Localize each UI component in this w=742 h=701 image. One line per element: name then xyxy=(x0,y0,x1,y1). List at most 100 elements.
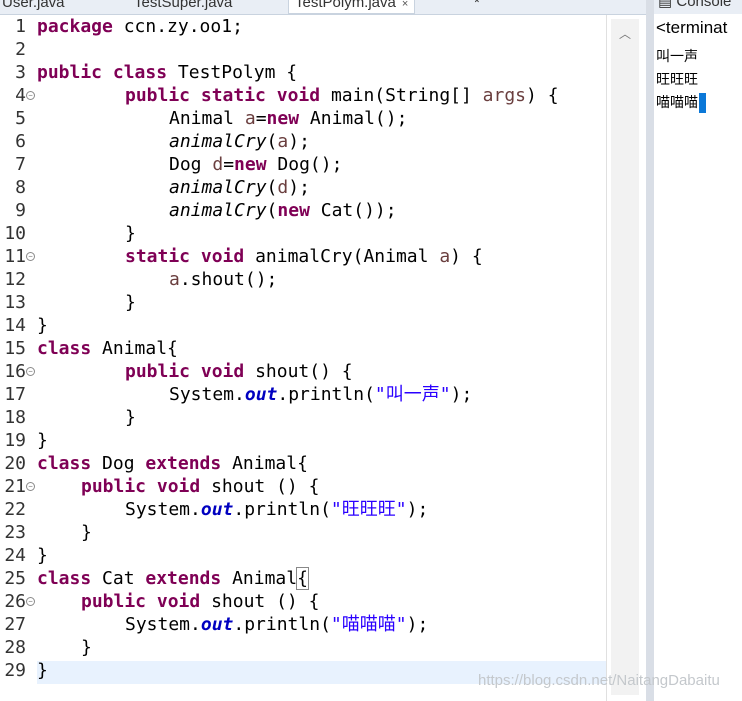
code-line[interactable]: public void shout () { xyxy=(81,475,319,498)
code-line[interactable]: } xyxy=(81,521,92,544)
code-keyword: static xyxy=(125,246,191,267)
code-token: ) { xyxy=(450,246,483,267)
code-variable: d xyxy=(212,154,224,175)
code-line[interactable]: Dog d=new Dog(); xyxy=(169,153,342,176)
code-line[interactable]: class Animal{ xyxy=(37,337,178,360)
view-splitter[interactable] xyxy=(646,0,654,701)
code-line[interactable]: System.out.println("喵喵喵"); xyxy=(125,613,428,636)
code-field: out xyxy=(244,384,278,405)
fold-marker-icon[interactable]: − xyxy=(26,367,35,376)
code-line[interactable]: } xyxy=(37,544,48,567)
code-line[interactable]: public void shout () { xyxy=(81,590,319,613)
fold-marker-icon[interactable]: − xyxy=(26,252,35,261)
code-line[interactable]: package ccn.zy.oo1; xyxy=(37,15,243,38)
code-line[interactable]: animalCry(new Cat()); xyxy=(169,199,397,222)
code-line[interactable]: } xyxy=(125,291,136,314)
line-number: 16 xyxy=(4,361,26,382)
line-number: 25 xyxy=(4,568,26,589)
line-number: 19 xyxy=(4,430,26,451)
line-number: 29 xyxy=(4,660,26,681)
code-line[interactable]: public void shout() { xyxy=(125,360,353,383)
code-variable: a xyxy=(277,131,289,152)
line-number: 27 xyxy=(4,614,26,635)
line-number: 18 xyxy=(4,407,26,428)
code-token: shout() { xyxy=(244,361,353,382)
tab-testpolym-label: TestPolym.java xyxy=(295,0,396,11)
close-icon[interactable]: × xyxy=(402,0,408,10)
code-line[interactable]: } xyxy=(37,659,48,682)
scrollbar-track[interactable] xyxy=(611,19,639,695)
code-token: .println( xyxy=(277,384,375,405)
code-keyword: public xyxy=(125,85,191,106)
code-keyword: void xyxy=(200,246,245,267)
fold-marker-icon[interactable]: − xyxy=(26,91,35,100)
code-editor[interactable]: 1 2 3 4−5 6 7 8 9 10 11−12 13 14 15 16−17 18 19 20 21−22 2… xyxy=(0,15,606,701)
code-token: .println( xyxy=(233,499,331,520)
code-line[interactable]: System.out.println("旺旺旺"); xyxy=(125,498,428,521)
code-token: ) { xyxy=(526,85,559,106)
tab-testsuper-java[interactable]: TestSuper.java xyxy=(134,0,232,13)
console-output-text: 喵喵喵 xyxy=(656,95,698,111)
code-line[interactable]: public static void main(String[] args) { xyxy=(125,84,559,107)
code-variable: a xyxy=(244,108,256,129)
code-keyword: void xyxy=(200,361,245,382)
code-line[interactable]: } xyxy=(125,222,136,245)
code-keyword: extends xyxy=(145,453,222,474)
code-line[interactable]: } xyxy=(81,636,92,659)
line-number: 22 xyxy=(4,499,26,520)
code-token: ); xyxy=(406,499,429,520)
code-token: } xyxy=(37,430,48,451)
code-token: { xyxy=(296,567,309,590)
tab-user-java[interactable]: User.java xyxy=(2,0,65,13)
code-keyword: public xyxy=(81,476,147,497)
tab-overflow[interactable]: * xyxy=(474,0,480,13)
code-token: .shout(); xyxy=(179,269,278,290)
fold-marker-icon[interactable]: − xyxy=(26,482,35,491)
line-number-gutter: 1 2 3 4−5 6 7 8 9 10 11−12 13 14 15 16−17 18 19 20 21−22 2… xyxy=(0,15,35,701)
code-keyword: class xyxy=(37,453,92,474)
code-token: ); xyxy=(288,177,310,198)
code-line[interactable]: Animal a=new Animal(); xyxy=(169,107,407,130)
code-keyword: void xyxy=(156,476,201,497)
code-keyword: class xyxy=(37,338,92,359)
code-field: out xyxy=(200,614,234,635)
console-icon: ▤ xyxy=(658,0,673,10)
vertical-scrollbar[interactable]: ︿ xyxy=(606,15,647,701)
code-line[interactable]: animalCry(d); xyxy=(169,176,310,199)
console-header: ▤ Console xyxy=(654,0,742,14)
code-area[interactable]: package ccn.zy.oo1; public class TestPoly… xyxy=(37,15,606,701)
tab-testpolym-java[interactable]: TestPolym.java × xyxy=(288,0,416,14)
code-line[interactable]: } xyxy=(37,314,48,337)
code-keyword: package xyxy=(37,16,113,37)
code-line[interactable]: animalCry(a); xyxy=(169,130,310,153)
fold-marker-icon[interactable]: − xyxy=(26,597,35,606)
code-token: } xyxy=(37,315,48,336)
code-line[interactable]: class Dog extends Animal{ xyxy=(37,452,308,475)
code-token: } xyxy=(125,292,136,313)
code-line[interactable]: public class TestPolym { xyxy=(37,61,297,84)
code-token: ( xyxy=(266,131,278,152)
line-number: 12 xyxy=(4,269,26,290)
line-number: 3 xyxy=(15,62,26,83)
code-keyword: void xyxy=(156,591,201,612)
code-line[interactable]: static void animalCry(Animal a) { xyxy=(125,245,483,268)
code-token: Cat xyxy=(91,568,146,589)
code-variable: args xyxy=(482,85,527,106)
code-keyword: new xyxy=(277,200,310,221)
code-line[interactable]: class Cat extends Animal{ xyxy=(37,567,309,590)
code-token: Dog xyxy=(91,453,146,474)
code-line[interactable]: } xyxy=(37,429,48,452)
code-line[interactable]: System.out.println("叫一声"); xyxy=(169,383,472,406)
code-line[interactable]: a.shout(); xyxy=(169,268,277,291)
scroll-up-icon[interactable]: ︿ xyxy=(619,25,631,42)
code-keyword: extends xyxy=(145,568,222,589)
code-token: = xyxy=(255,108,267,129)
code-token: Dog xyxy=(169,154,213,175)
code-token: Dog(); xyxy=(266,154,343,175)
line-number: 1 xyxy=(15,16,26,37)
console-tab[interactable]: ▤ Console xyxy=(658,0,731,10)
code-token: ( xyxy=(266,200,278,221)
code-line[interactable]: } xyxy=(125,406,136,429)
